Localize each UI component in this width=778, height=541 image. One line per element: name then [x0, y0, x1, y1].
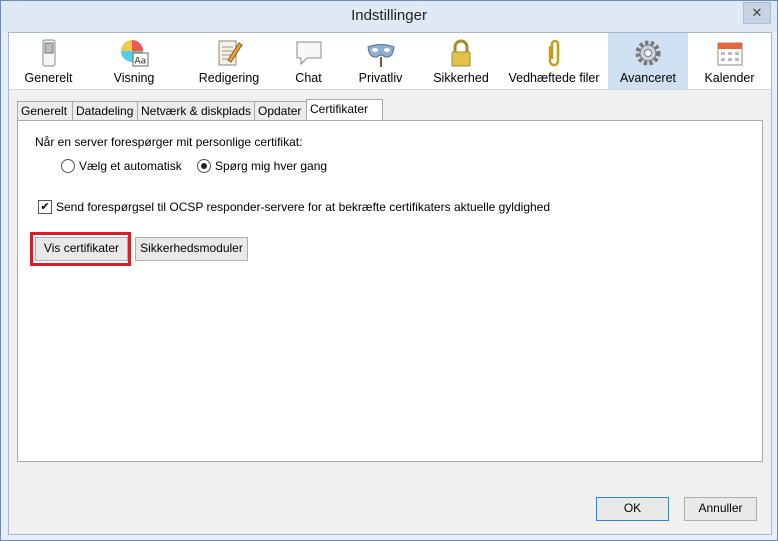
- radio-unselected[interactable]: [61, 159, 75, 173]
- notepad-pencil-icon: [218, 40, 243, 66]
- pane-sikkerhed[interactable]: Sikkerhed: [422, 33, 500, 89]
- padlock-icon: [451, 39, 471, 67]
- gear-icon: [635, 40, 661, 66]
- pane-visning[interactable]: Aa Visning: [88, 33, 180, 89]
- certificate-request-label: Når en server forespørger mit personlige…: [35, 135, 303, 149]
- window-title: Indstillinger: [351, 7, 427, 24]
- view-certificates-button[interactable]: Vis certifikater: [35, 237, 128, 261]
- pane-label: Privatliv: [358, 71, 403, 85]
- calendar-icon: [717, 42, 742, 66]
- pane-redigering[interactable]: Redigering: [180, 33, 278, 89]
- tab-generelt[interactable]: Generelt: [17, 101, 75, 121]
- paperclip-icon: [548, 39, 560, 67]
- pane-label: Chat: [295, 71, 322, 85]
- svg-text:Aa: Aa: [135, 57, 147, 67]
- pane-label: Visning: [113, 71, 155, 85]
- tab-datadeling[interactable]: Datadeling: [72, 101, 140, 121]
- certificates-panel: Når en server forespørger mit personlige…: [17, 120, 763, 462]
- color-wheel-icon: Aa: [121, 40, 149, 67]
- pane-generelt[interactable]: Generelt: [9, 33, 88, 89]
- radio-label: Spørg mig hver gang: [215, 159, 328, 173]
- preferences-toolbar: Generelt Aa Visning Redigering Chat Priv…: [9, 33, 771, 90]
- security-modules-button[interactable]: Sikkerhedsmoduler: [135, 237, 248, 261]
- pane-avanceret[interactable]: Avanceret: [608, 33, 688, 89]
- pane-kalender[interactable]: Kalender: [688, 33, 771, 89]
- ocsp-label: Send forespørgsel til OCSP responder-ser…: [56, 200, 551, 214]
- pane-label: Avanceret: [619, 71, 677, 85]
- tab-certifikater[interactable]: Certifikater: [306, 99, 383, 122]
- checkbox-checked[interactable]: ✔: [38, 200, 52, 214]
- ok-button[interactable]: OK: [596, 497, 669, 521]
- switch-icon: [42, 39, 55, 67]
- pane-vedhaeftede-filer[interactable]: Vedhæftede filer: [500, 33, 608, 89]
- title-bar[interactable]: Indstillinger ✕: [1, 1, 777, 32]
- pane-privatliv[interactable]: Privatliv: [339, 33, 422, 89]
- pane-chat[interactable]: Chat: [278, 33, 339, 89]
- pane-label: Vedhæftede filer: [508, 71, 600, 85]
- tab-netvaerk-diskplads[interactable]: Netværk & diskplads: [137, 101, 257, 121]
- pane-label: Kalender: [704, 71, 755, 85]
- radio-selected[interactable]: [197, 159, 211, 173]
- preferences-window: Indstillinger ✕ Generelt Aa Visning Redi…: [0, 0, 778, 541]
- speech-bubble-icon: [296, 41, 321, 66]
- radio-label: Vælg et automatisk: [79, 159, 182, 173]
- cancel-button[interactable]: Annuller: [684, 497, 757, 521]
- pane-label: Redigering: [198, 71, 260, 85]
- tab-opdater[interactable]: Opdater: [254, 101, 310, 121]
- pane-label: Generelt: [24, 71, 73, 85]
- mask-icon: [366, 44, 395, 67]
- window-content: Generelt Aa Visning Redigering Chat Priv…: [8, 32, 772, 535]
- pane-label: Sikkerhed: [433, 71, 489, 85]
- close-button[interactable]: ✕: [743, 2, 771, 24]
